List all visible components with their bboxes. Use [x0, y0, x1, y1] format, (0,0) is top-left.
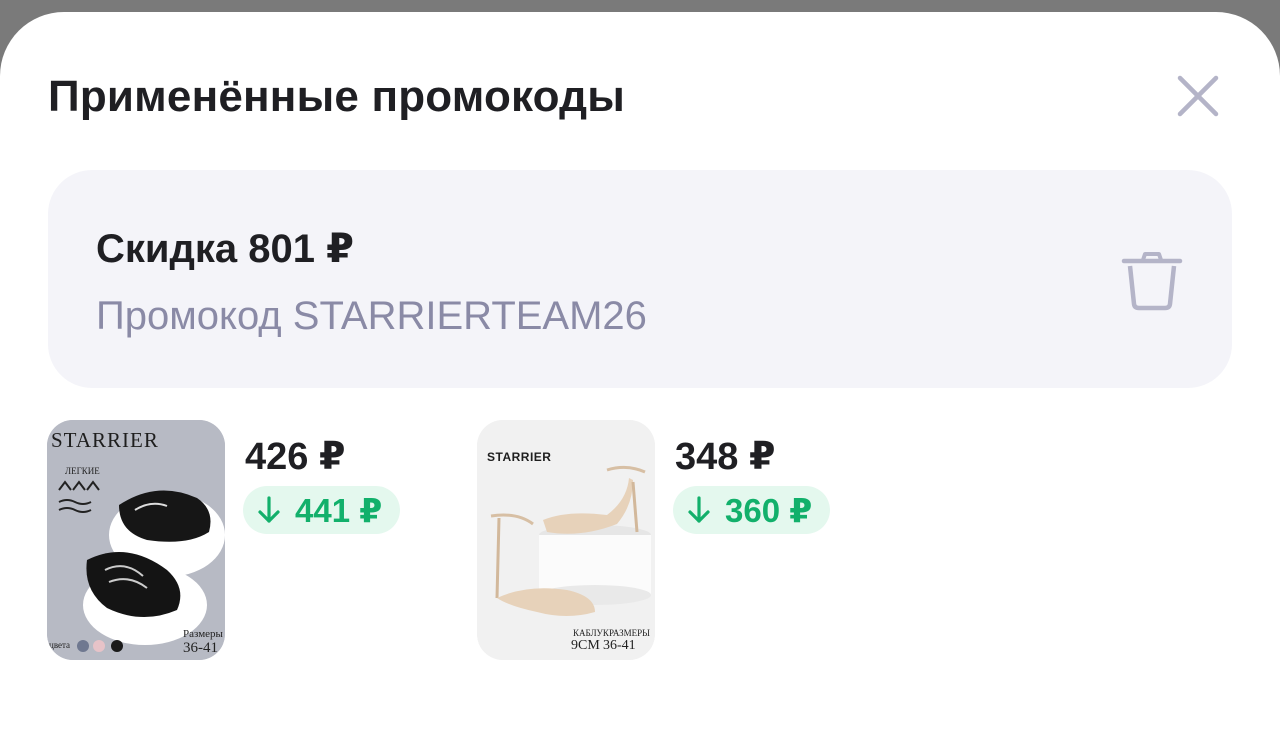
arrow-down-icon — [688, 496, 710, 523]
product-brand-text: STARRIER — [487, 450, 552, 464]
sneaker-illustration — [47, 420, 225, 660]
image-sizes: 36-41 — [183, 640, 218, 656]
image-sizes: 36-41 — [603, 638, 636, 653]
promo-bottom-sheet: Применённые промокоды Скидка 801 ₽ Промо… — [0, 12, 1280, 732]
image-caption-top: ЛЕГКИЕ — [65, 466, 100, 476]
product-item[interactable]: STARRIER ЛЕГКИЕ цвета Размеры 36-41 426 … — [47, 420, 427, 660]
close-icon — [1177, 75, 1219, 117]
image-caption-right: Размеры — [183, 628, 223, 640]
image-heel-height: 9СМ — [571, 638, 600, 653]
product-image[interactable]: STARRIER ЛЕГКИЕ цвета Размеры 36-41 — [47, 420, 225, 660]
delete-promo-button[interactable] — [1116, 242, 1188, 314]
product-item[interactable]: STARRIER КАБЛУК РАЗМЕРЫ 9СМ 36-41 348 ₽ … — [477, 420, 857, 660]
sheet-title: Применённые промокоды — [48, 72, 626, 121]
promo-discount-title: Скидка 801 ₽ — [96, 227, 354, 271]
image-caption-right: РАЗМЕРЫ — [609, 628, 650, 638]
promo-code-label: Промокод STARRIERTEAM26 — [96, 294, 647, 338]
close-button[interactable] — [1168, 66, 1228, 126]
trash-icon — [1121, 252, 1183, 311]
product-price: 348 ₽ — [675, 436, 776, 478]
applied-promo-card: Скидка 801 ₽ Промокод STARRIERTEAM26 — [48, 170, 1232, 388]
old-price: 360 ₽ — [725, 491, 813, 529]
old-price: 441 ₽ — [295, 491, 383, 529]
image-caption-left: КАБЛУК — [573, 628, 609, 638]
product-brand-text: STARRIER — [51, 428, 159, 452]
product-price: 426 ₽ — [245, 436, 346, 478]
product-image[interactable]: STARRIER КАБЛУК РАЗМЕРЫ 9СМ 36-41 — [477, 420, 655, 660]
arrow-down-icon — [258, 496, 280, 523]
old-price-badge: 441 ₽ — [243, 486, 401, 534]
old-price-badge: 360 ₽ — [673, 486, 831, 534]
image-caption-left: цвета — [49, 640, 71, 650]
